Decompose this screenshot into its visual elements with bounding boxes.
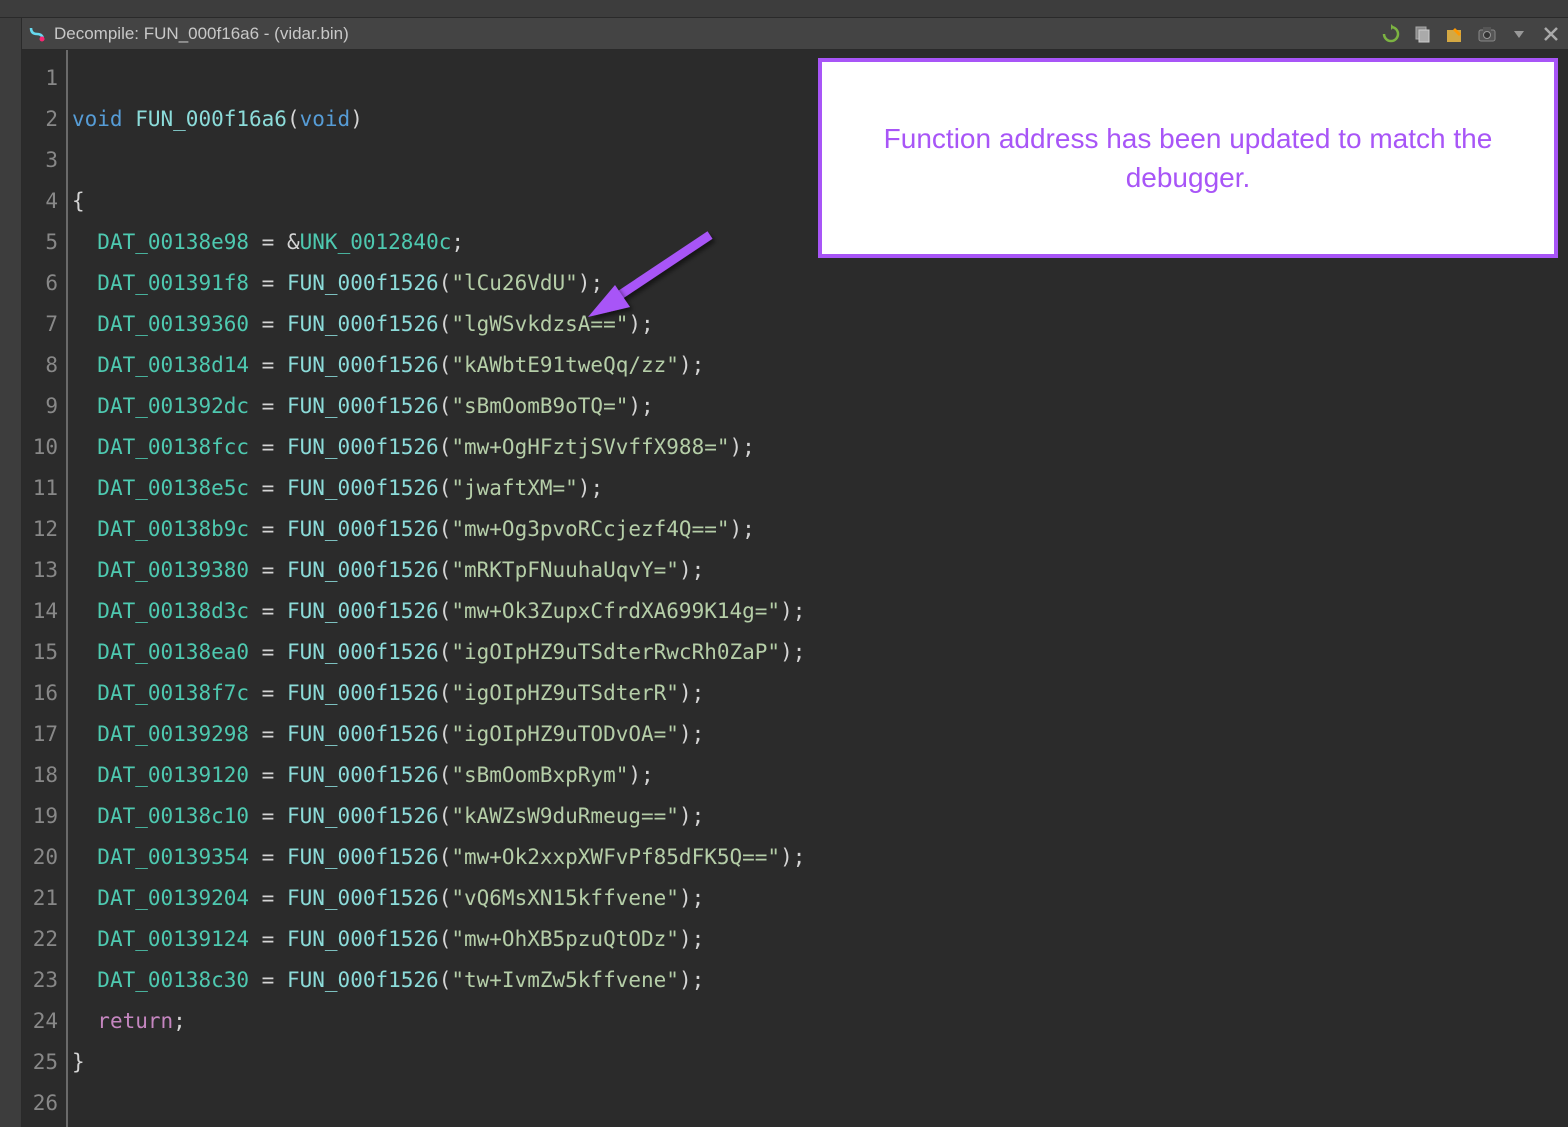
code-line[interactable]: DAT_00139354 = FUN_000f1526("mw+Ok2xxpXW… [72, 837, 1568, 878]
edit-icon[interactable] [1444, 23, 1466, 45]
top-menu-strip [0, 0, 1568, 18]
line-number: 13 [22, 550, 66, 591]
code-line[interactable]: DAT_00139124 = FUN_000f1526("mw+OhXB5pzu… [72, 919, 1568, 960]
code-line[interactable]: DAT_00138f7c = FUN_000f1526("igOIpHZ9uTS… [72, 673, 1568, 714]
line-numbers: 1234567891011121314151617181920212223242… [22, 50, 68, 1127]
line-number: 18 [22, 755, 66, 796]
line-number: 16 [22, 673, 66, 714]
code-line[interactable]: DAT_00139204 = FUN_000f1526("vQ6MsXN15kf… [72, 878, 1568, 919]
code-line[interactable]: DAT_00138d14 = FUN_000f1526("kAWbtE91twe… [72, 345, 1568, 386]
line-number: 12 [22, 509, 66, 550]
annotation-callout: Function address has been updated to mat… [818, 58, 1558, 258]
line-number: 24 [22, 1001, 66, 1042]
line-number: 7 [22, 304, 66, 345]
line-number: 23 [22, 960, 66, 1001]
line-number: 21 [22, 878, 66, 919]
line-number: 1 [22, 58, 66, 99]
code-line[interactable]: DAT_00138ea0 = FUN_000f1526("igOIpHZ9uTS… [72, 632, 1568, 673]
code-line[interactable]: return; [72, 1001, 1568, 1042]
left-gutter [0, 18, 22, 1127]
close-icon[interactable] [1540, 23, 1562, 45]
code-line[interactable]: DAT_00139298 = FUN_000f1526("igOIpHZ9uTO… [72, 714, 1568, 755]
line-number: 6 [22, 263, 66, 304]
line-number: 3 [22, 140, 66, 181]
line-number: 11 [22, 468, 66, 509]
code-line[interactable]: DAT_00138fcc = FUN_000f1526("mw+OgHFztjS… [72, 427, 1568, 468]
line-number: 17 [22, 714, 66, 755]
line-number: 9 [22, 386, 66, 427]
decompile-icon [28, 25, 46, 43]
line-number: 5 [22, 222, 66, 263]
line-number: 2 [22, 99, 66, 140]
titlebar-title: Decompile: FUN_000f16a6 - (vidar.bin) [54, 24, 1380, 44]
snapshot-icon[interactable] [1476, 23, 1498, 45]
line-number: 26 [22, 1083, 66, 1124]
code-line[interactable]: DAT_00139120 = FUN_000f1526("sBmOomBxpRy… [72, 755, 1568, 796]
copy-icon[interactable] [1412, 23, 1434, 45]
code-line[interactable]: } [72, 1042, 1568, 1083]
line-number: 14 [22, 591, 66, 632]
line-number: 19 [22, 796, 66, 837]
code-line[interactable]: DAT_00138b9c = FUN_000f1526("mw+Og3pvoRC… [72, 509, 1568, 550]
code-line[interactable]: DAT_001391f8 = FUN_000f1526("lCu26VdU"); [72, 263, 1568, 304]
code-line[interactable]: DAT_00138c10 = FUN_000f1526("kAWZsW9duRm… [72, 796, 1568, 837]
code-line[interactable]: DAT_00138e5c = FUN_000f1526("jwaftXM="); [72, 468, 1568, 509]
dropdown-icon[interactable] [1508, 23, 1530, 45]
code-line[interactable]: DAT_00138d3c = FUN_000f1526("mw+Ok3ZupxC… [72, 591, 1568, 632]
code-line[interactable] [72, 1083, 1568, 1124]
line-number: 25 [22, 1042, 66, 1083]
annotation-text: Function address has been updated to mat… [862, 119, 1514, 197]
code-line[interactable]: DAT_00139380 = FUN_000f1526("mRKTpFNuuha… [72, 550, 1568, 591]
titlebar: Decompile: FUN_000f16a6 - (vidar.bin) [22, 18, 1568, 50]
refresh-icon[interactable] [1380, 23, 1402, 45]
line-number: 4 [22, 181, 66, 222]
code-line[interactable]: DAT_00138c30 = FUN_000f1526("tw+IvmZw5kf… [72, 960, 1568, 1001]
code-line[interactable]: DAT_00139360 = FUN_000f1526("lgWSvkdzsA=… [72, 304, 1568, 345]
line-number: 8 [22, 345, 66, 386]
code-area[interactable]: 1234567891011121314151617181920212223242… [22, 50, 1568, 1127]
line-number: 10 [22, 427, 66, 468]
line-number: 22 [22, 919, 66, 960]
line-number: 15 [22, 632, 66, 673]
code-line[interactable]: DAT_001392dc = FUN_000f1526("sBmOomB9oTQ… [72, 386, 1568, 427]
line-number: 20 [22, 837, 66, 878]
